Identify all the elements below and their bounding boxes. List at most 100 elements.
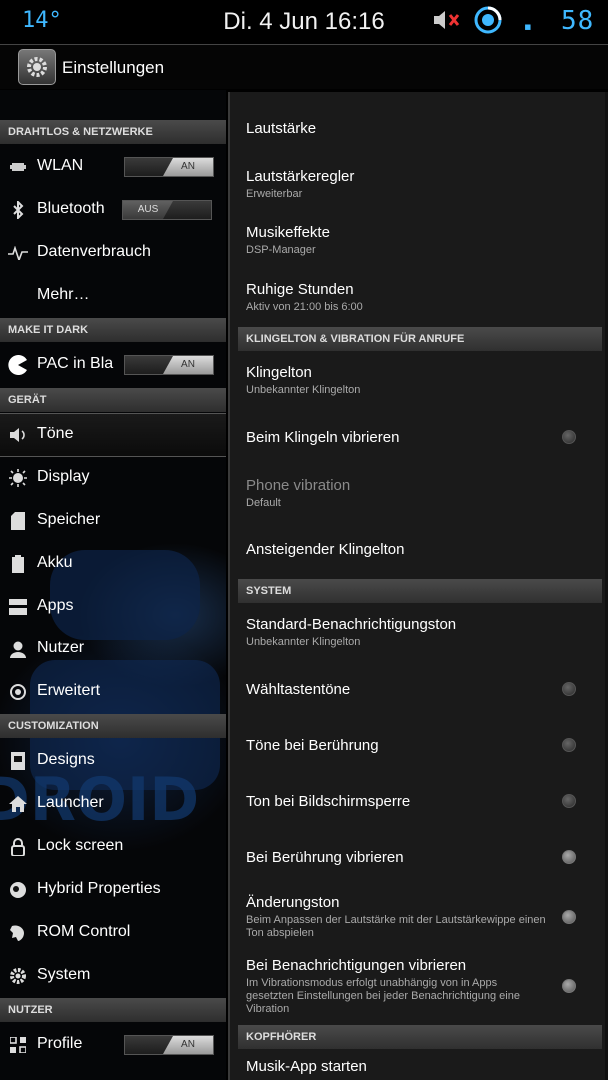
volume-change-tone-checkbox[interactable] xyxy=(562,910,576,924)
category-headphones: KOPFHÖRER xyxy=(238,1025,602,1049)
wifi-icon xyxy=(8,157,28,177)
sidebar-item-display[interactable]: Display xyxy=(0,457,226,499)
home-icon xyxy=(8,794,28,814)
pref-dial-pad-tones[interactable]: Wähltastentöne xyxy=(246,681,594,698)
category-ringtone-vibration: KLINGELTON & VIBRATION FÜR ANRUFE xyxy=(238,327,602,351)
vibrate-on-notification-checkbox[interactable] xyxy=(562,979,576,993)
status-clock: Di. 4 Jun 16:16 xyxy=(223,8,385,35)
sidebar-item-users[interactable]: Nutzer xyxy=(0,628,226,670)
pref-increasing-ringtone[interactable]: Ansteigender Klingelton xyxy=(246,541,594,558)
category-system: SYSTEM xyxy=(238,579,602,603)
bluetooth-icon xyxy=(8,200,28,220)
signal-indicator-icon: ▪ xyxy=(524,14,532,39)
sidebar-item-hybrid-properties[interactable]: Hybrid Properties xyxy=(0,869,226,911)
settings-gear-icon[interactable] xyxy=(18,49,56,85)
system-gear-icon xyxy=(8,966,28,986)
screen-lock-sound-checkbox[interactable] xyxy=(562,794,576,808)
sidebar-item-themes[interactable]: Designs xyxy=(0,740,226,782)
sidebar-item-label: Bluetooth xyxy=(37,200,105,217)
storage-icon xyxy=(8,511,28,531)
sidebar-item-label: Datenverbrauch xyxy=(37,243,151,260)
sidebar-item-system[interactable]: System xyxy=(0,955,226,997)
pref-screen-lock-sound[interactable]: Ton bei Bildschirmsperre xyxy=(246,793,594,810)
sidebar-item-more[interactable]: Mehr… xyxy=(0,275,226,317)
sidebar-item-lock-screen[interactable]: Lock screen xyxy=(0,826,226,868)
sidebar-item-label: ROM Control xyxy=(37,923,131,940)
display-icon xyxy=(8,468,28,488)
sidebar-item-label: Launcher xyxy=(37,794,104,811)
sidebar-item-label: Profile xyxy=(37,1035,83,1052)
pref-music-effects[interactable]: Musikeffekte DSP-Manager xyxy=(246,224,594,257)
sidebar-item-label: Display xyxy=(37,468,90,485)
category-users: NUTZER xyxy=(0,998,226,1022)
advanced-icon xyxy=(8,682,28,702)
pac-toggle[interactable]: AN xyxy=(124,355,214,375)
pref-volume-change-tone[interactable]: Änderungston Beim Anpassen der Lautstärk… xyxy=(246,894,594,940)
page-title: Einstellungen xyxy=(62,58,165,77)
status-bar: 14° Di. 4 Jun 16:16 ▪ 58 xyxy=(0,0,608,45)
battery-icon xyxy=(8,554,28,574)
bluetooth-toggle[interactable]: AUS xyxy=(122,200,212,220)
category-device: GERÄT xyxy=(0,388,226,412)
sidebar-item-label: System xyxy=(37,966,91,983)
sidebar-item-label: Töne xyxy=(37,425,74,442)
sidebar-item-label: Hybrid Properties xyxy=(37,880,161,897)
battery-level: 58 xyxy=(561,6,595,36)
sidebar-item-storage[interactable]: Speicher xyxy=(0,500,226,542)
sidebar-item-apps[interactable]: Apps xyxy=(0,586,226,628)
action-bar: Einstellungen xyxy=(0,45,608,89)
sidebar-item-label: Erweitert xyxy=(37,682,101,699)
sidebar-item-launcher[interactable]: Launcher xyxy=(0,783,226,825)
muted-speaker-icon xyxy=(432,9,464,31)
sidebar-item-label: WLAN xyxy=(37,157,84,174)
vibrate-on-touch-checkbox[interactable] xyxy=(562,850,576,864)
profiles-toggle[interactable]: AN xyxy=(124,1035,214,1055)
wlan-toggle[interactable]: AN xyxy=(124,157,214,177)
themes-icon xyxy=(8,751,28,771)
rom-control-icon xyxy=(8,923,28,943)
sidebar-item-wlan[interactable]: WLAN AN xyxy=(0,146,226,188)
sidebar-item-bluetooth[interactable]: Bluetooth AUS xyxy=(0,189,226,231)
sidebar-item-sound[interactable]: Töne xyxy=(0,413,226,457)
sidebar-item-label: Apps xyxy=(37,597,74,614)
profile-icon xyxy=(8,1035,28,1055)
sidebar-item-rom-control[interactable]: ROM Control xyxy=(0,912,226,954)
sidebar-item-advanced[interactable]: Erweitert xyxy=(0,671,226,713)
data-usage-icon xyxy=(8,243,28,263)
lock-icon xyxy=(8,837,28,857)
user-icon xyxy=(8,639,28,659)
pref-default-notification-sound[interactable]: Standard-Benachrichtigungston Unbekannte… xyxy=(246,616,594,649)
sidebar-item-data-usage[interactable]: Datenverbrauch xyxy=(0,232,226,274)
pref-ringtone[interactable]: Klingelton Unbekannter Klingelton xyxy=(246,364,594,397)
pacman-icon xyxy=(8,355,28,375)
apps-icon xyxy=(8,597,28,617)
sidebar-item-label: Nutzer xyxy=(37,639,85,656)
pref-phone-vibration: Phone vibration Default xyxy=(246,477,351,509)
touch-sounds-checkbox[interactable] xyxy=(562,738,576,752)
sidebar-item-label: Lock screen xyxy=(37,837,124,854)
sync-icon xyxy=(474,6,502,34)
pref-volume[interactable]: Lautstärke xyxy=(246,120,594,137)
settings-sidebar: DROID DRAHTLOS & NETZWERKE WLAN AN Bluet… xyxy=(0,90,226,1080)
vibrate-on-ring-checkbox[interactable] xyxy=(562,430,576,444)
pref-vibrate-on-notification[interactable]: Bei Benachrichtigungen vibrieren Im Vibr… xyxy=(246,957,594,1016)
sidebar-item-label: PAC in Bla xyxy=(37,355,114,372)
pref-vibrate-on-touch[interactable]: Bei Berührung vibrieren xyxy=(246,849,594,866)
category-wireless: DRAHTLOS & NETZWERKE xyxy=(0,120,226,144)
sidebar-item-pac[interactable]: PAC in Bla AN xyxy=(0,344,226,386)
hybrid-icon xyxy=(8,880,28,900)
pref-vibrate-on-ring[interactable]: Beim Klingeln vibrieren xyxy=(246,429,594,446)
sidebar-item-profiles[interactable]: Profile AN xyxy=(0,1024,226,1066)
pref-launch-music-app[interactable]: Musik-App starten xyxy=(246,1058,594,1075)
speaker-icon xyxy=(8,425,28,445)
sound-settings-pane: Lautstärke Lautstärkeregler Erweiterbar … xyxy=(228,92,608,1080)
pref-volume-sliders[interactable]: Lautstärkeregler Erweiterbar xyxy=(246,168,594,201)
pref-touch-sounds[interactable]: Töne bei Berührung xyxy=(246,737,594,754)
sidebar-item-label: Designs xyxy=(37,751,95,768)
sidebar-item-battery[interactable]: Akku xyxy=(0,543,226,585)
dial-pad-tones-checkbox[interactable] xyxy=(562,682,576,696)
category-make-it-dark: MAKE IT DARK xyxy=(0,318,226,342)
pref-quiet-hours[interactable]: Ruhige Stunden Aktiv von 21:00 bis 6:00 xyxy=(246,281,594,314)
sidebar-item-label: Akku xyxy=(37,554,73,571)
sidebar-item-label: Mehr… xyxy=(37,286,90,303)
